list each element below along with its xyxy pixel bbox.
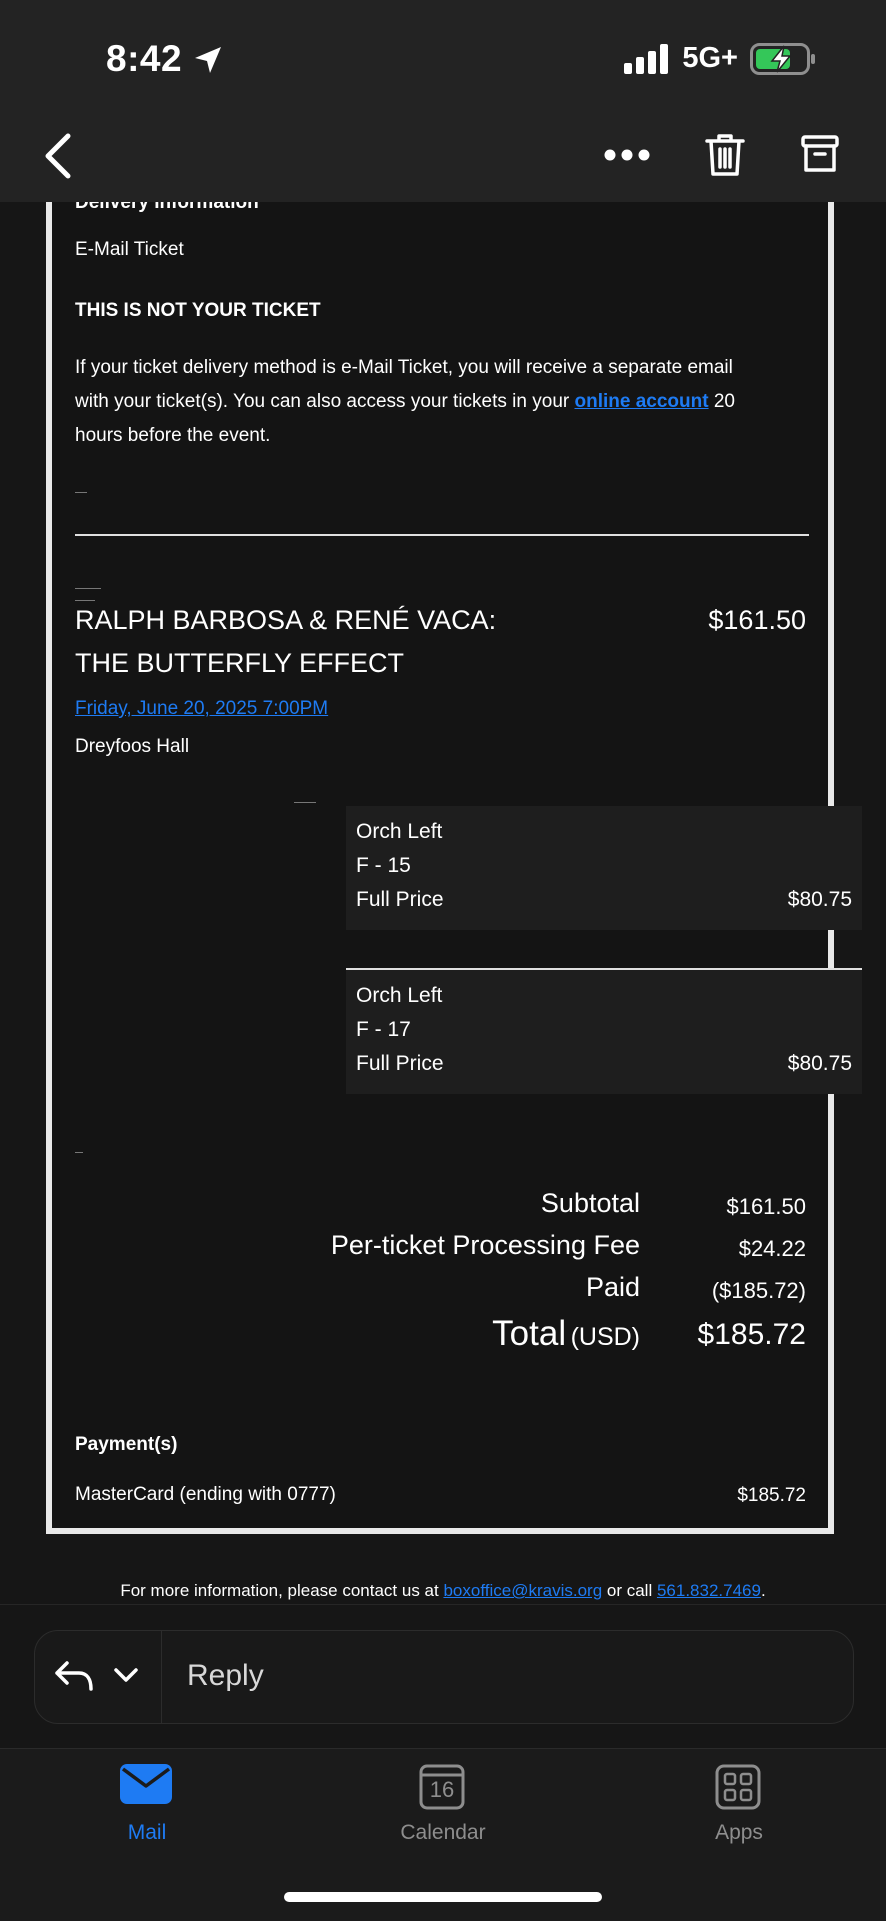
tab-apps-label: Apps: [715, 1821, 763, 1844]
divider-mark: [294, 802, 316, 803]
home-indicator[interactable]: [284, 1892, 602, 1902]
contact-text: For more information, please contact us …: [120, 1581, 444, 1600]
calendar-date: 16: [429, 1777, 455, 1802]
seat-price: $80.75: [787, 888, 852, 911]
payment-method: MasterCard (ending with 0777): [75, 1484, 336, 1505]
total-label-text: Total: [492, 1314, 567, 1353]
seat-price-type: Full Price: [356, 1052, 444, 1075]
archive-icon[interactable]: [800, 134, 840, 174]
delivery-method: E-Mail Ticket: [75, 239, 184, 260]
total-value: $185.72: [697, 1318, 806, 1351]
top-bar: 8:42 5G+: [0, 0, 886, 202]
tab-mail-label: Mail: [127, 1821, 167, 1844]
tab-calendar[interactable]: 16 Calendar: [368, 1749, 518, 1859]
network-label: 5G+: [682, 42, 738, 74]
divider-mark: [75, 1152, 83, 1153]
subtotal-label: Subtotal: [540, 1188, 640, 1218]
reply-bar[interactable]: Reply: [34, 1630, 854, 1724]
reply-label[interactable]: Reply: [187, 1659, 264, 1693]
notice-line-2-end: 20: [708, 391, 735, 412]
event-venue: Dreyfoos Hall: [75, 736, 190, 757]
seat-price-type: Full Price: [356, 888, 444, 911]
contact-text-end: .: [760, 1581, 766, 1600]
seat-item: Orch Left F - 17 Full Price $80.75: [346, 970, 862, 1094]
email-card: Delivery Information E-Mail Ticket THIS …: [46, 150, 862, 1534]
seat-item: Orch Left F - 15 Full Price $80.75: [346, 806, 862, 930]
contact-phone-link[interactable]: 561.832.7469: [657, 1581, 761, 1600]
status-time: 8:42: [106, 38, 183, 79]
chevron-down-icon[interactable]: [113, 1667, 139, 1683]
reply-bar-divider: [161, 1631, 162, 1723]
total-currency: (USD): [570, 1323, 640, 1351]
paid-label: Paid: [585, 1272, 640, 1302]
apps-grid-icon: [715, 1764, 761, 1810]
paid-value: ($185.72): [711, 1278, 806, 1303]
notice-line-1: If your ticket delivery method is e-Mail…: [75, 357, 733, 378]
divider-mark: [75, 588, 101, 589]
seat-price: $80.75: [787, 1052, 852, 1075]
payment-amount: $185.72: [737, 1485, 806, 1506]
total-label: Total (USD): [492, 1314, 640, 1354]
notice-line-3: hours before the event.: [75, 425, 271, 446]
section-divider: [75, 534, 809, 536]
tab-calendar-label: Calendar: [400, 1821, 486, 1844]
seat-number: F - 15: [356, 854, 411, 877]
contact-email-link[interactable]: boxoffice@kravis.org: [443, 1581, 602, 1600]
divider-mark: [75, 600, 95, 601]
tab-apps[interactable]: Apps: [664, 1749, 814, 1859]
mail-icon: [120, 1764, 172, 1804]
tab-mail[interactable]: Mail: [72, 1749, 222, 1859]
divider-mark: [75, 492, 87, 493]
event-datetime-link[interactable]: Friday, June 20, 2025 7:00PM: [75, 698, 328, 720]
signal-icon: [624, 43, 669, 74]
notice-line-2-text: with your ticket(s). You can also access…: [75, 391, 575, 412]
status-right: 5G+: [624, 42, 816, 75]
not-ticket-heading: THIS IS NOT YOUR TICKET: [75, 300, 321, 321]
notice-line-2: with your ticket(s). You can also access…: [75, 391, 735, 413]
seat-section: Orch Left: [356, 984, 443, 1007]
payment-heading: Payment(s): [75, 1434, 178, 1455]
seat-number: F - 17: [356, 1018, 411, 1041]
footer-divider: [0, 1604, 886, 1605]
back-chevron-icon[interactable]: [44, 133, 72, 179]
event-title-line-2: THE BUTTERFLY EFFECT: [75, 648, 405, 678]
trash-icon[interactable]: [704, 132, 746, 178]
subtotal-value: $161.50: [726, 1194, 806, 1219]
fee-label: Per-ticket Processing Fee: [330, 1230, 640, 1260]
more-icon[interactable]: [604, 148, 650, 162]
location-arrow-icon: [195, 47, 221, 73]
battery-charging-icon: [750, 42, 815, 75]
online-account-link[interactable]: online account: [575, 391, 709, 412]
event-price: $161.50: [708, 605, 806, 635]
event-title-line-1: RALPH BARBOSA & RENÉ VACA:: [75, 605, 497, 635]
seat-section: Orch Left: [356, 820, 443, 843]
fee-value: $24.22: [738, 1236, 806, 1261]
contact-text-mid: or call: [602, 1581, 657, 1600]
contact-footer: For more information, please contact us …: [0, 1581, 886, 1601]
reply-arrow-icon[interactable]: [53, 1659, 95, 1693]
